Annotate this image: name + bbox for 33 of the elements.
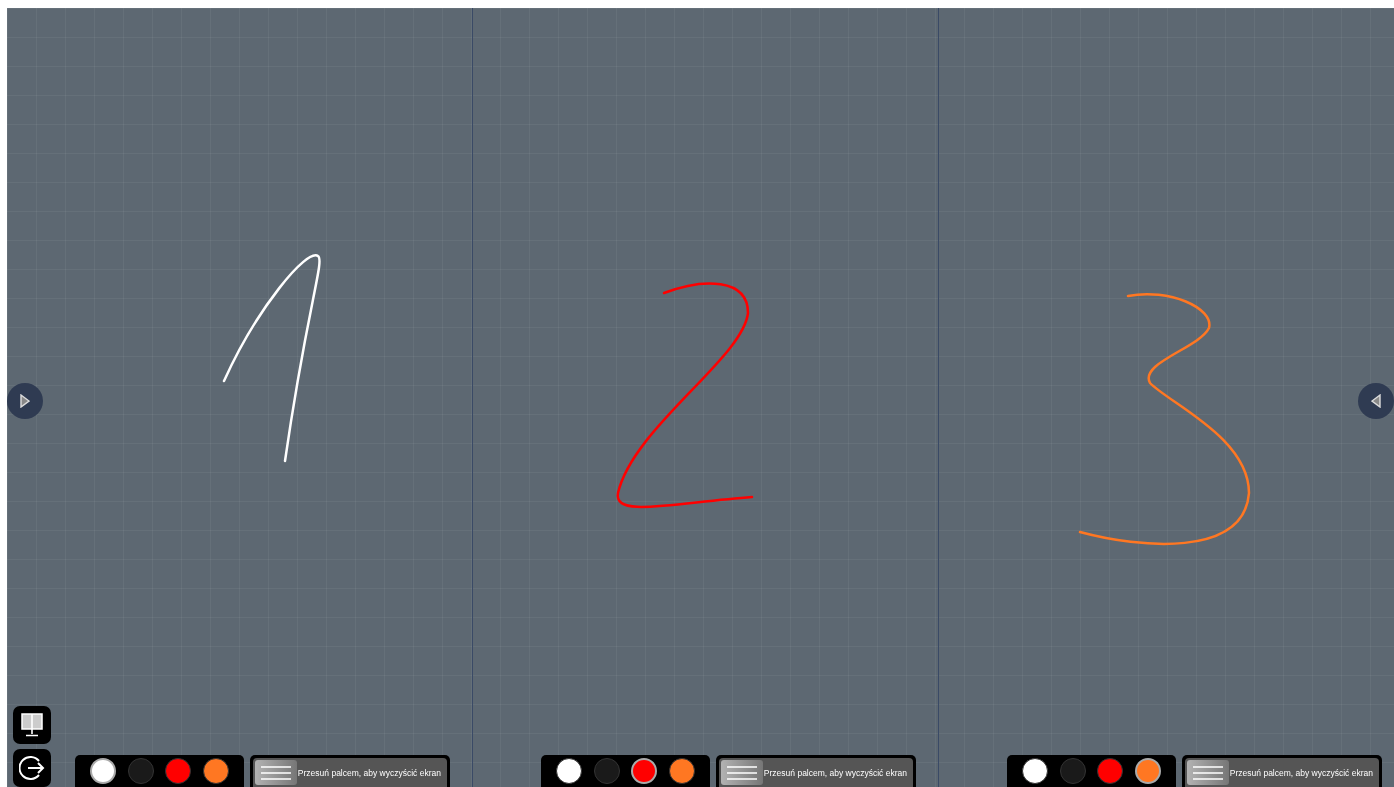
back-arrow-icon bbox=[1371, 394, 1381, 408]
slider-handle[interactable] bbox=[255, 760, 297, 785]
split-screen-button[interactable] bbox=[13, 706, 51, 744]
whiteboard-canvas[interactable]: Przesuń palcem, aby wyczyścić ekran Przesuń palcem, aby wyczyścić ekran Przesuń palcem, aby wyczyścić ekran bbox=[7, 8, 1394, 787]
color-swatch[interactable] bbox=[1059, 758, 1086, 784]
exit-icon bbox=[19, 755, 45, 781]
color-swatch[interactable] bbox=[593, 758, 620, 784]
slider-label: Przesuń palcem, aby wyczyścić ekran bbox=[763, 767, 907, 778]
back-arrow-button[interactable] bbox=[1358, 383, 1394, 419]
color-swatch[interactable] bbox=[202, 758, 229, 784]
exit-button[interactable] bbox=[13, 749, 51, 787]
lines-icon bbox=[261, 765, 291, 780]
color-swatch[interactable] bbox=[556, 758, 583, 784]
play-arrow-icon bbox=[20, 394, 30, 408]
clear-slider[interactable]: Przesuń palcem, aby wyczyścić ekran bbox=[1182, 755, 1382, 787]
slider-label: Przesuń palcem, aby wyczyścić ekran bbox=[297, 767, 441, 778]
color-swatch[interactable] bbox=[90, 758, 117, 784]
clear-slider[interactable]: Przesuń palcem, aby wyczyścić ekran bbox=[250, 755, 450, 787]
color-swatch[interactable] bbox=[127, 758, 154, 784]
color-swatch[interactable] bbox=[668, 758, 695, 784]
slider-handle[interactable] bbox=[721, 760, 763, 785]
color-swatch[interactable] bbox=[631, 758, 658, 784]
next-arrow-button[interactable] bbox=[7, 383, 43, 419]
monitor-icon bbox=[21, 713, 43, 737]
color-swatch[interactable] bbox=[1022, 758, 1049, 784]
lines-icon bbox=[727, 765, 757, 780]
slider-label: Przesuń palcem, aby wyczyścić ekran bbox=[1229, 767, 1373, 778]
color-swatch[interactable] bbox=[1097, 758, 1124, 784]
clear-slider[interactable]: Przesuń palcem, aby wyczyścić ekran bbox=[716, 755, 916, 787]
slider-handle[interactable] bbox=[1187, 760, 1229, 785]
lines-icon bbox=[1193, 765, 1223, 780]
color-swatch[interactable] bbox=[1134, 758, 1161, 784]
color-swatch[interactable] bbox=[165, 758, 192, 784]
